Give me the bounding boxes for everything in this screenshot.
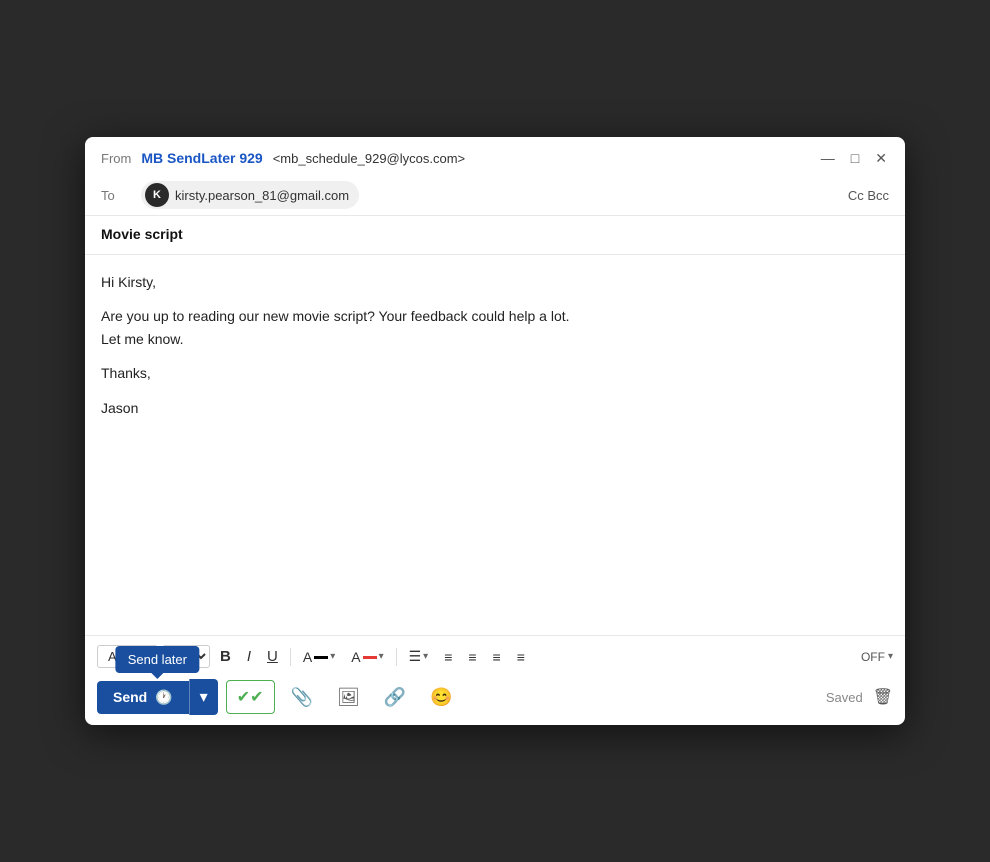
formatting-toolbar: Arial 10 12 14 B I U A ▾ A ▾ <box>97 644 893 669</box>
title-bar: From MB SendLater 929 <mb_schedule_929@l… <box>85 137 905 175</box>
text-color-button[interactable]: A ▾ <box>297 645 341 669</box>
check-icon: ✔✔ <box>237 687 264 707</box>
subject-text: Movie script <box>101 226 183 242</box>
off-chevron-icon: ▾ <box>888 651 893 662</box>
ul-icon: ≡ <box>468 649 476 665</box>
body-thanks: Thanks, <box>101 362 889 384</box>
insert-link-button[interactable]: 🔗 <box>376 681 414 714</box>
underline-button[interactable]: U <box>261 644 284 669</box>
to-label: To <box>101 188 131 203</box>
saved-text: Saved <box>826 690 863 705</box>
minimize-button[interactable]: — <box>819 149 837 167</box>
close-button[interactable]: ✕ <box>873 149 889 167</box>
bold-button[interactable]: B <box>214 644 237 669</box>
send-later-arrow-icon: ▾ <box>200 687 208 707</box>
clock-icon: 🕐 <box>155 689 172 706</box>
ordered-list-button[interactable]: ≡ <box>438 645 458 669</box>
text-color-indicator <box>314 656 328 659</box>
to-row: To K kirsty.pearson_81@gmail.com Cc Bcc <box>85 175 905 216</box>
sender-email: <mb_schedule_929@lycos.com> <box>273 151 465 166</box>
send-later-button[interactable]: ▾ <box>189 679 218 715</box>
body-signature: Jason <box>101 397 889 419</box>
body-line3: Let me know. <box>101 331 184 347</box>
align-button[interactable]: ☰ ▾ <box>403 644 435 669</box>
chevron-down-icon-2: ▾ <box>379 651 384 662</box>
unordered-list-button[interactable]: ≡ <box>462 645 482 669</box>
highlight-color-button[interactable]: A ▾ <box>345 645 389 669</box>
emoji-icon: 😊 <box>430 687 452 707</box>
sender-name: MB SendLater 929 <box>141 150 262 166</box>
maximize-button[interactable]: □ <box>849 149 861 167</box>
align-chevron-icon: ▾ <box>423 651 428 662</box>
send-label: Send <box>113 689 147 705</box>
recipient-email: kirsty.pearson_81@gmail.com <box>175 188 349 203</box>
italic-button[interactable]: I <box>241 644 257 669</box>
highlight-indicator <box>363 656 377 659</box>
insert-image-button[interactable]: 🖼 <box>329 681 368 714</box>
delete-draft-button[interactable]: 🗑 <box>873 687 893 707</box>
attach-file-button[interactable]: 📎 <box>283 681 321 714</box>
compose-window: From MB SendLater 929 <mb_schedule_929@l… <box>85 137 905 725</box>
recipient-avatar: K <box>145 183 169 207</box>
spellcheck-button[interactable]: ✔✔ <box>226 680 275 714</box>
divider-2 <box>396 648 397 666</box>
link-icon: 🔗 <box>384 687 406 707</box>
highlight-label: A <box>351 649 360 665</box>
paperclip-icon: 📎 <box>291 687 313 707</box>
indent-increase-icon: ≡ <box>517 649 525 665</box>
toolbar-area: Arial 10 12 14 B I U A ▾ A ▾ <box>85 635 905 725</box>
window-controls: — □ ✕ <box>819 149 889 167</box>
insert-emoji-button[interactable]: 😊 <box>422 681 460 714</box>
subject-row[interactable]: Movie script <box>85 216 905 255</box>
ol-icon: ≡ <box>444 649 452 665</box>
from-label: From <box>101 151 131 166</box>
body-greeting: Hi Kirsty, <box>101 271 889 293</box>
indent-decrease-icon: ≡ <box>493 649 501 665</box>
indent-increase-button[interactable]: ≡ <box>511 645 531 669</box>
body-line2: Are you up to reading our new movie scri… <box>101 308 570 324</box>
off-label: OFF <box>861 650 885 664</box>
send-button[interactable]: Send 🕐 <box>97 681 189 714</box>
cc-bcc-button[interactable]: Cc Bcc <box>848 188 889 203</box>
from-section: From MB SendLater 929 <mb_schedule_929@l… <box>101 150 465 166</box>
action-row: Send 🕐 ▾ Send later ✔✔ 📎 🖼 🔗 <box>97 677 893 719</box>
body-paragraph1: Are you up to reading our new movie scri… <box>101 305 889 350</box>
indent-decrease-button[interactable]: ≡ <box>487 645 507 669</box>
recipient-chip[interactable]: K kirsty.pearson_81@gmail.com <box>141 181 359 209</box>
saved-area: Saved 🗑 <box>826 687 893 707</box>
trash-icon: 🗑 <box>873 689 893 706</box>
font-size-select[interactable]: 10 12 14 <box>162 645 210 668</box>
image-icon: 🖼 <box>337 687 360 707</box>
font-select[interactable]: Arial <box>97 645 158 668</box>
spell-check-toggle[interactable]: OFF ▾ <box>861 650 893 664</box>
send-group: Send 🕐 ▾ Send later <box>97 679 218 715</box>
chevron-down-icon: ▾ <box>330 651 335 662</box>
text-color-label: A <box>303 649 312 665</box>
divider-1 <box>290 648 291 666</box>
email-body[interactable]: Hi Kirsty, Are you up to reading our new… <box>85 255 905 635</box>
align-icon: ☰ <box>409 648 422 665</box>
